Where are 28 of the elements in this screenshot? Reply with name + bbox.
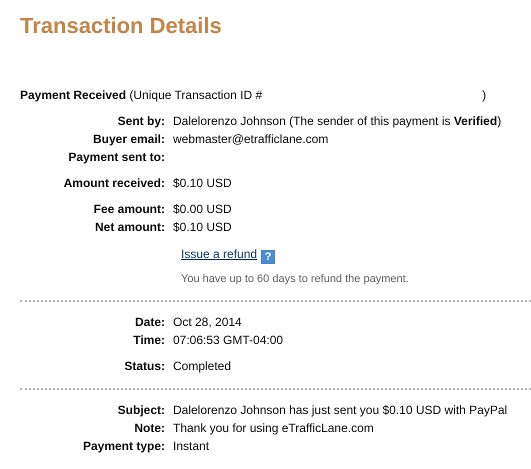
field-label: Status: xyxy=(123,358,166,374)
field-label: Payment sent to: xyxy=(67,149,166,165)
closing-parenthesis: ) xyxy=(482,88,486,102)
field-value: Dalelorenzo Johnson (The sender of this payment is Verified) xyxy=(173,113,502,129)
field-value: $0.10 USD xyxy=(173,219,232,235)
field-value: Oct 28, 2014 xyxy=(173,314,242,330)
field-label: Subject: xyxy=(116,402,166,418)
transaction-heading: Payment Received (Unique Transaction ID # xyxy=(20,88,262,102)
field-value: $0.00 USD xyxy=(173,201,232,217)
field-label: Amount received: xyxy=(62,175,166,191)
field-label: Sent by: xyxy=(116,113,166,129)
field-value: 07:06:53 GMT-04:00 xyxy=(173,332,284,348)
field-label: Payment type: xyxy=(82,438,166,454)
field-label: Net amount: xyxy=(94,219,166,235)
field-label: Buyer email: xyxy=(92,131,166,147)
field-label: Note: xyxy=(133,420,166,436)
field-value: $0.10 USD xyxy=(173,175,232,191)
field-label: Time: xyxy=(132,332,166,348)
field-value: Completed xyxy=(173,358,232,374)
field-value: webmaster@etrafficlane.com xyxy=(173,131,328,147)
field-value: Thank you for using eTrafficLane.com xyxy=(173,420,374,436)
refund-link[interactable]: Issue a refund xyxy=(181,247,258,261)
page-title: Transaction Details xyxy=(20,13,223,39)
field-label: Date: xyxy=(134,314,166,330)
refund-note: You have up to 60 days to refund the payment. xyxy=(181,272,410,287)
field-label: Fee amount: xyxy=(92,201,166,217)
field-value: Dalelorenzo Johnson has just sent you $0.10 USD with PayPal xyxy=(173,402,508,418)
field-value: Instant xyxy=(173,438,210,454)
